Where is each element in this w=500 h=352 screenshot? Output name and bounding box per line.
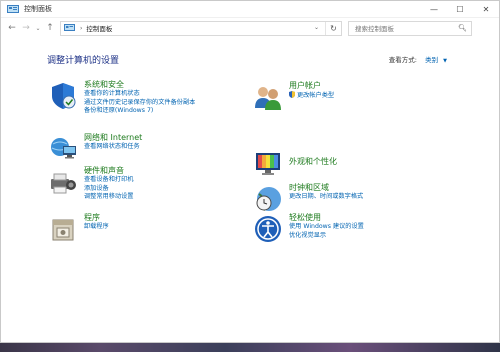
ease-of-access-icon[interactable] [253,214,283,244]
category-hardware-sound: 硬件和声音 查看设备和打印机 添加设备 调整常用移动设置 [48,166,134,202]
uac-shield-icon [289,91,295,98]
category-title-clock-region[interactable]: 时钟和区域 [289,183,363,193]
view-by: 查看方式: 类别 ▼ [389,54,447,64]
category-title-user-accounts[interactable]: 用户帐户 [289,81,334,91]
category-title-hardware-sound[interactable]: 硬件和声音 [84,166,134,176]
search-icon[interactable]: 🔍︎ [458,24,467,32]
clock-region-icon[interactable] [253,184,283,214]
link-backup-restore[interactable]: 备份和还原(Windows 7) [84,107,195,116]
page-title: 调整计算机的设置 [47,56,120,66]
view-by-dropdown[interactable]: 类别 [425,56,438,64]
link-change-account-type[interactable]: 更改帐户类型 [289,91,334,101]
category-system-security: 系统和安全 查看你的计算机状态 通过文件历史记录保存你的文件备份副本 备份和还原… [48,80,195,116]
link-mobility-settings[interactable]: 调整常用移动设置 [84,193,134,202]
link-network-status[interactable]: 查看网络状态和任务 [84,143,142,152]
address-bar[interactable]: › 控制面板 ⌄ ↻ [60,20,342,36]
title-bar[interactable]: 控制面板 — ☐ ✕ [1,1,499,18]
breadcrumb-separator-icon[interactable]: › [80,25,82,32]
back-arrow-icon[interactable]: ← [5,21,19,35]
up-arrow-icon[interactable]: ↑ [43,21,57,35]
link-view-computer-status[interactable]: 查看你的计算机状态 [84,90,195,99]
address-dropdown-chevron-icon[interactable]: ⌄ [314,24,319,31]
category-title-appearance[interactable]: 外观和个性化 [289,157,337,167]
recent-locations-chevron-icon[interactable]: ⌄ [33,25,43,32]
link-recommended-settings[interactable]: 使用 Windows 建议的设置 [289,223,364,232]
category-title-ease-of-access[interactable]: 轻松使用 [289,213,364,223]
link-uninstall-program[interactable]: 卸载程序 [84,223,109,232]
view-by-caret-icon[interactable]: ▼ [443,58,447,64]
breadcrumb-control-panel[interactable]: 控制面板 [86,23,112,33]
control-panel-app-icon [7,4,19,13]
appearance-icon[interactable] [253,149,283,179]
link-file-history-backup[interactable]: 通过文件历史记录保存你的文件备份副本 [84,99,195,108]
category-appearance: 外观和个性化 [253,149,337,179]
user-accounts-icon[interactable] [253,82,283,112]
programs-icon[interactable] [48,214,78,244]
category-user-accounts: 用户帐户 更改帐户类型 [253,81,334,112]
shield-icon[interactable] [48,81,78,111]
category-title-programs[interactable]: 程序 [84,213,109,223]
control-panel-address-icon [64,24,75,31]
category-ease-of-access: 轻松使用 使用 Windows 建议的设置 优化视觉显示 [253,213,364,244]
close-button[interactable]: ✕ [473,1,499,18]
link-add-device[interactable]: 添加设备 [84,185,134,194]
navigation-bar: ← → ⌄ ↑ › 控制面板 ⌄ ↻ 搜索控制面板 🔍︎ [1,18,499,38]
control-panel-window: 控制面板 — ☐ ✕ ← → ⌄ ↑ › 控制面板 ⌄ ↻ 搜索控制面板 🔍︎ [0,0,500,343]
maximize-button[interactable]: ☐ [447,1,473,18]
view-by-label: 查看方式: [388,56,417,64]
category-programs: 程序 卸载程序 [48,213,109,244]
link-change-account-type-label[interactable]: 更改帐户类型 [297,92,334,99]
main-content: 调整计算机的设置 查看方式: 类别 ▼ 系统和安全 查看你的计算机状态 通过文件… [1,38,499,343]
category-network-internet: 网络和 Internet 查看网络状态和任务 [48,133,142,164]
link-optimize-visual-display[interactable]: 优化视觉显示 [289,232,364,241]
search-input[interactable]: 搜索控制面板 [355,23,394,33]
window-controls: — ☐ ✕ [421,1,499,18]
link-devices-printers[interactable]: 查看设备和打印机 [84,176,134,185]
network-icon[interactable] [48,134,78,164]
search-box[interactable]: 搜索控制面板 🔍︎ [348,20,472,36]
category-title-network-internet[interactable]: 网络和 Internet [84,133,142,143]
forward-arrow-icon[interactable]: → [19,21,33,35]
category-clock-region: 时钟和区域 更改日期、时间或数字格式 [253,183,363,214]
window-title: 控制面板 [24,5,52,13]
minimize-button[interactable]: — [421,1,447,18]
link-change-date-time-format[interactable]: 更改日期、时间或数字格式 [289,193,363,202]
hardware-sound-icon[interactable] [48,167,78,197]
category-title-system-security[interactable]: 系统和安全 [84,80,195,90]
refresh-icon[interactable]: ↻ [325,21,341,35]
